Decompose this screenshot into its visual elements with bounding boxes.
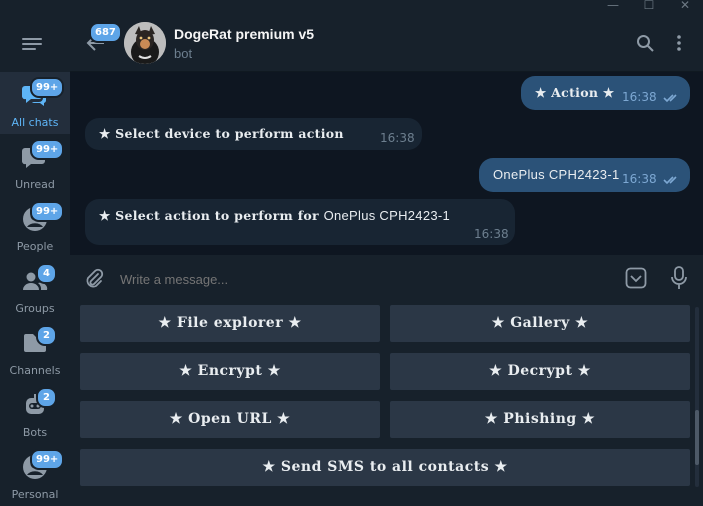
folder-label: Unread [15, 178, 55, 191]
folder-label: People [16, 240, 54, 253]
unread-badge: 99+ [30, 449, 65, 470]
folder-label: Personal [11, 488, 59, 501]
microphone-icon[interactable] [671, 266, 687, 290]
gallery-button[interactable]: ★ Gallery ★ [390, 305, 690, 342]
folders-sidebar: 99+ All chats 99+ Unread 99+ People 4 Gr… [0, 14, 70, 501]
encrypt-button[interactable]: ★ Encrypt ★ [80, 353, 380, 390]
message-outgoing[interactable]: ★ Action ★ 16:38 [521, 76, 690, 110]
unread-badge: 2 [36, 325, 57, 346]
double-check-icon [663, 94, 677, 103]
minimize-button[interactable]: — [598, 0, 628, 14]
unread-count-badge: 687 [89, 22, 122, 43]
message-composer [70, 255, 703, 301]
file-explorer-button[interactable]: ★ File explorer ★ [80, 305, 380, 342]
maximize-button[interactable]: ☐ [634, 0, 664, 14]
send-sms-button[interactable]: ★ Send SMS to all contacts ★ [80, 449, 690, 486]
folder-channels[interactable]: 2 Channels [0, 320, 70, 382]
message-device-name: OnePlus CPH2423-1 [323, 208, 451, 223]
unread-badge: 2 [36, 387, 57, 408]
folder-label: Channels [9, 364, 61, 377]
search-icon[interactable] [636, 34, 654, 52]
message-time: 16:38 [380, 131, 415, 145]
chat-title: DogeRat premium v5 [174, 26, 315, 42]
folder-personal[interactable]: 99+ Personal [0, 444, 70, 506]
message-time: 16:38 [474, 227, 509, 241]
folder-all-chats[interactable]: 99+ All chats [0, 72, 70, 134]
message-text: ★ Action ★ [535, 85, 615, 100]
message-input[interactable] [118, 267, 602, 291]
bot-keyboard: ★ File explorer ★ ★ Gallery ★ ★ Encrypt … [70, 301, 703, 501]
unread-badge: 4 [36, 263, 57, 284]
message-text-prefix: ★ Select action to perform for [99, 208, 324, 223]
message-time: 16:38 [622, 172, 657, 186]
chat-subtitle: bot [174, 46, 193, 61]
main-menu-button[interactable] [22, 36, 44, 52]
message-time: 16:38 [622, 90, 657, 104]
folder-label: Bots [22, 426, 48, 439]
message-text: OnePlus CPH2423-1 [493, 167, 620, 182]
chat-header: 687 DogeRat premium v5 bot [70, 14, 703, 72]
unread-badge: 99+ [30, 201, 65, 222]
unread-badge: 99+ [30, 77, 65, 98]
phishing-button[interactable]: ★ Phishing ★ [390, 401, 690, 438]
window-titlebar: — ☐ ✕ [0, 0, 703, 14]
bot-keyboard-icon[interactable] [625, 267, 647, 289]
message-text: ★ Select device to perform action [99, 126, 344, 141]
message-text: ★ Select action to perform for OnePlus C… [99, 208, 450, 223]
open-url-button[interactable]: ★ Open URL ★ [80, 401, 380, 438]
folder-unread[interactable]: 99+ Unread [0, 134, 70, 196]
message-incoming[interactable]: ★ Select device to perform action 16:38 [85, 118, 422, 150]
message-history: ★ Action ★ 16:38 ★ Select device to perf… [70, 72, 703, 255]
decrypt-button[interactable]: ★ Decrypt ★ [390, 353, 690, 390]
keyboard-scrollbar-thumb[interactable] [695, 410, 699, 465]
folder-people[interactable]: 99+ People [0, 196, 70, 258]
folder-bots[interactable]: 2 Bots [0, 382, 70, 444]
more-vertical-icon[interactable] [675, 34, 683, 52]
folder-label: All chats [11, 116, 59, 129]
close-window-button[interactable]: ✕ [670, 0, 700, 14]
doge-avatar-image [124, 22, 166, 64]
attach-icon[interactable] [84, 268, 104, 288]
unread-badge: 99+ [30, 139, 65, 160]
avatar[interactable] [124, 22, 166, 64]
folder-groups[interactable]: 4 Groups [0, 258, 70, 320]
folder-label: Groups [15, 302, 55, 315]
message-outgoing[interactable]: OnePlus CPH2423-1 16:38 [479, 158, 690, 192]
double-check-icon [663, 176, 677, 185]
message-incoming[interactable]: ★ Select action to perform for OnePlus C… [85, 199, 515, 245]
